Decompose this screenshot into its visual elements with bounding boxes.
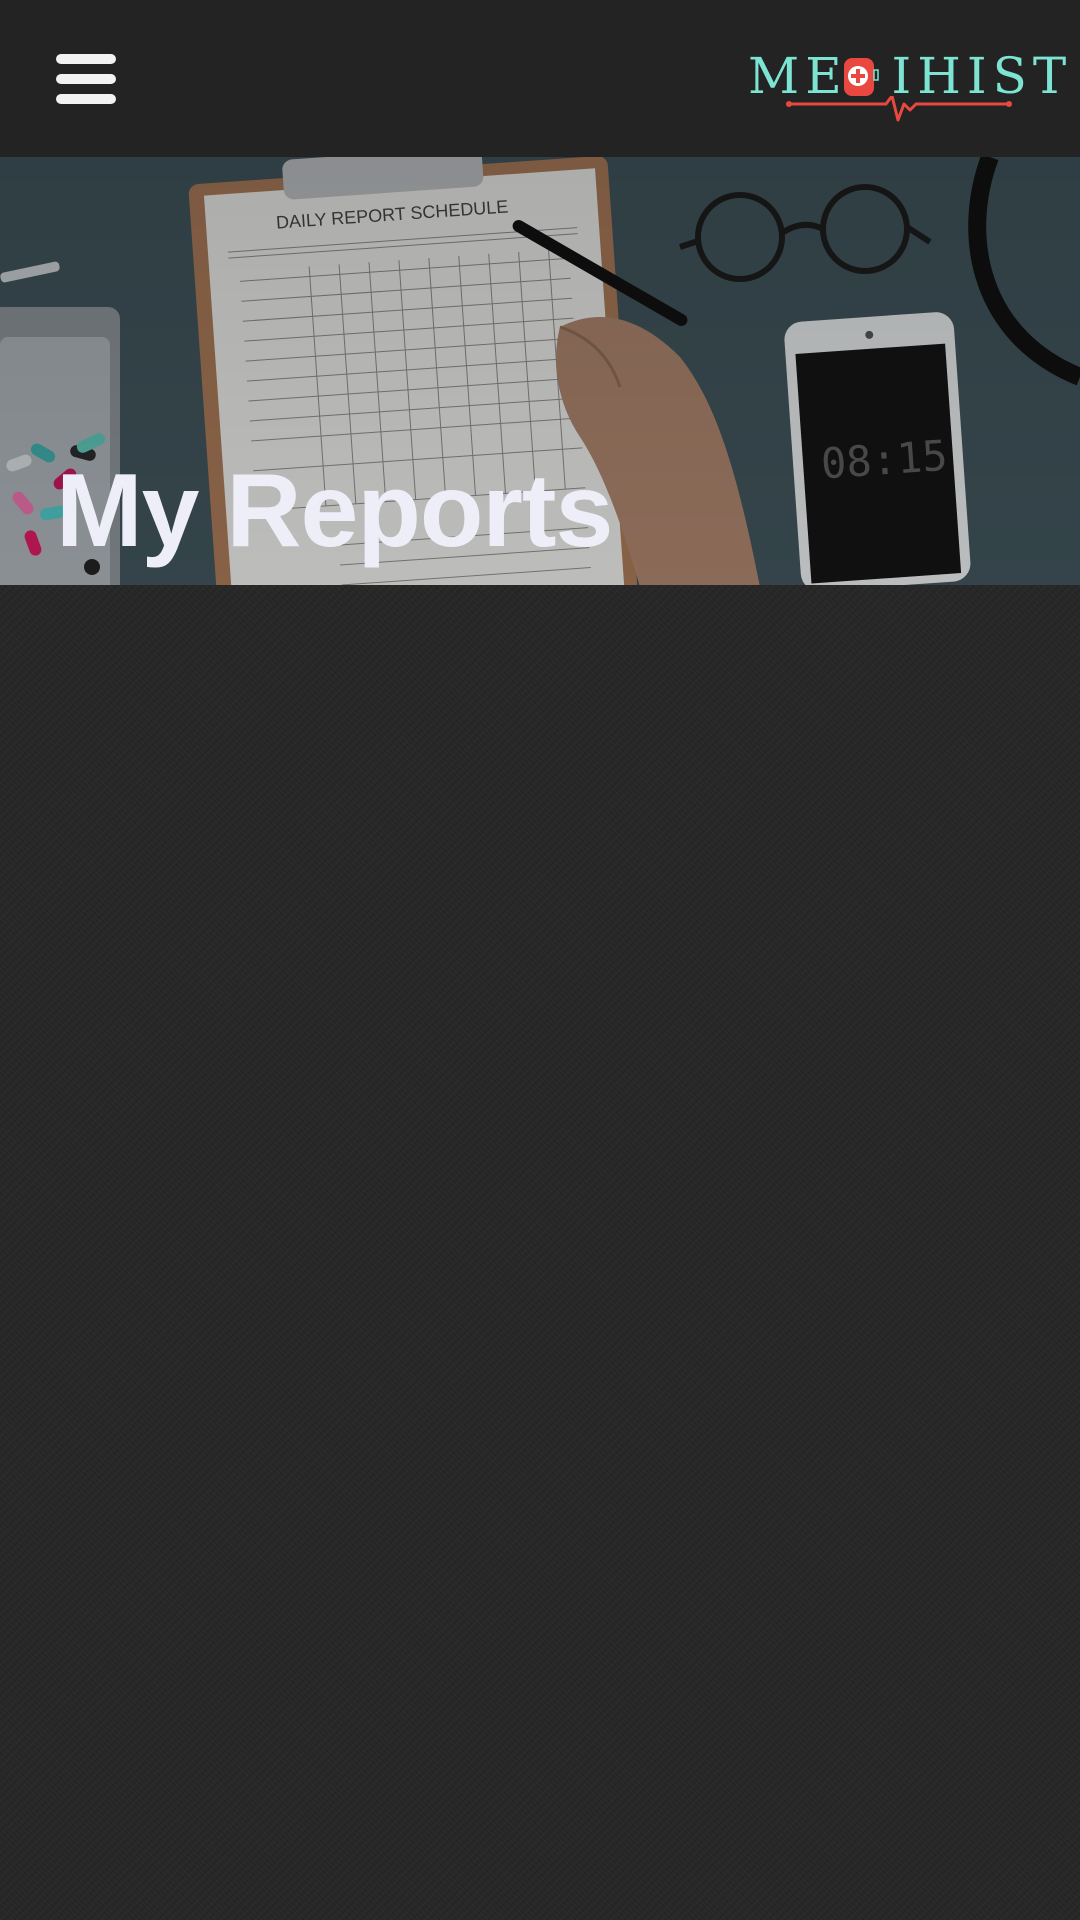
page-title: My Reports xyxy=(56,453,613,569)
medihist-logo[interactable]: ME IHIST xyxy=(748,48,1066,124)
menu-bar-line xyxy=(56,74,116,84)
top-app-bar: ME IHIST xyxy=(0,0,1080,157)
reports-content-area xyxy=(0,585,1080,1920)
menu-bar-line xyxy=(56,54,116,64)
menu-bar-line xyxy=(56,94,116,104)
hero-banner: DAILY REPORT SCHEDULE xyxy=(0,157,1080,585)
medical-kit-icon xyxy=(844,58,879,96)
hamburger-menu-icon[interactable] xyxy=(56,54,116,104)
page: ME IHIST My Reports xyxy=(0,0,1080,1920)
heartbeat-line-icon xyxy=(786,96,1012,122)
